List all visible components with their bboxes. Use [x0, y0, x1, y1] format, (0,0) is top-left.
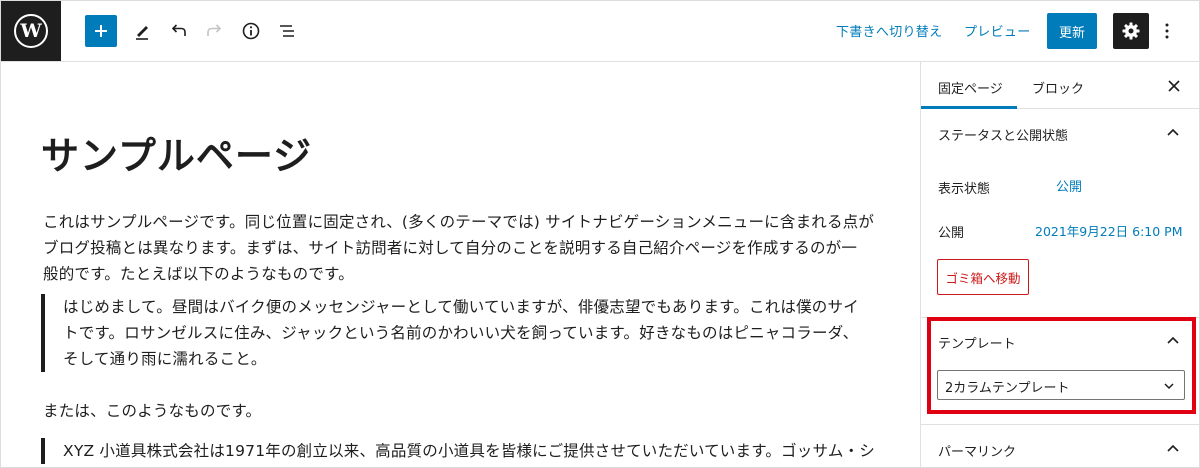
paragraph-block[interactable]: または、このようなものです。: [43, 398, 893, 424]
quote-line: はじめまして。昼間はバイク便のメッセンジャーとして働いていますが、俳優志望でもあ…: [63, 298, 859, 316]
gear-icon: [1122, 22, 1140, 40]
undo-button[interactable]: [163, 15, 195, 47]
tab-page[interactable]: 固定ページ: [938, 78, 1003, 97]
logo-mark: W: [14, 14, 48, 48]
undo-icon: [171, 24, 186, 36]
chevron-up-icon: [1167, 444, 1179, 452]
info-icon: [242, 22, 260, 40]
switch-to-draft-button[interactable]: 下書きへ切り替え: [836, 21, 942, 40]
move-to-trash-button[interactable]: ゴミ箱へ移動: [937, 259, 1029, 295]
template-highlight-box: [927, 317, 1196, 414]
redo-button[interactable]: [198, 15, 230, 47]
add-block-button[interactable]: [85, 15, 117, 47]
list-view-button[interactable]: [271, 15, 303, 47]
preview-button[interactable]: プレビュー: [964, 21, 1031, 40]
editor-window: W 下書きへ切り替え プレビュー 更新 サンプルページ これはサンプルページです…: [0, 0, 1200, 468]
top-toolbar: W 下書きへ切り替え プレビュー 更新: [1, 1, 1199, 62]
list-view-icon: [280, 25, 294, 37]
status-panel-title: ステータスと公開状態: [938, 129, 1069, 144]
paragraph-line: これはサンプルページです。同じ位置に固定され、(多くのテーマでは) サイトナビゲ…: [43, 213, 875, 231]
paragraph-line: ブログ投稿とは異なります。まずは、サイト訪問者に対して自分のことを説明する自己紹…: [43, 239, 858, 257]
sidebar-tabs: 固定ページ ブロック: [921, 62, 1199, 109]
wordpress-logo-icon[interactable]: W: [1, 1, 61, 61]
tab-block[interactable]: ブロック: [1032, 78, 1084, 97]
quote-line: そして通り雨に濡れること。: [63, 350, 267, 368]
settings-button[interactable]: [1113, 13, 1149, 49]
quote-line: トです。ロサンゼルスに住み、ジャックという名前のかわいい犬を飼っています。好きな…: [63, 324, 859, 342]
publish-date-value[interactable]: 2021年9月22日 6:10 PM: [1035, 221, 1183, 240]
update-button[interactable]: 更新: [1047, 13, 1097, 49]
redo-icon: [207, 24, 222, 36]
edit-tools-button[interactable]: [126, 15, 158, 47]
publish-label: 公開: [938, 226, 965, 241]
status-panel-toggle[interactable]: ステータスと公開状態: [921, 109, 1199, 157]
permalink-panel-toggle[interactable]: パーマリンク: [921, 425, 1199, 467]
visibility-value[interactable]: 公開: [1056, 176, 1082, 195]
page-title[interactable]: サンプルページ: [41, 125, 312, 180]
permalink-panel-title: パーマリンク: [938, 445, 1017, 460]
options-button[interactable]: [1157, 15, 1177, 47]
paragraph-block[interactable]: これはサンプルページです。同じ位置に固定され、(多くのテーマでは) サイトナビゲ…: [43, 209, 893, 287]
close-icon: [1168, 80, 1180, 92]
kebab-menu-icon: [1165, 23, 1169, 39]
plus-icon: [95, 25, 107, 37]
chevron-up-icon: [1167, 128, 1179, 136]
quote-block[interactable]: XYZ 小道具株式会社は1971年の創立以来、高品質の小道具を皆様にご提供させて…: [41, 438, 891, 464]
details-button[interactable]: [235, 15, 267, 47]
close-sidebar-button[interactable]: [1164, 76, 1184, 96]
quote-line: XYZ 小道具株式会社は1971年の創立以来、高品質の小道具を皆様にご提供させて…: [63, 442, 875, 460]
editor-canvas: サンプルページ これはサンプルページです。同じ位置に固定され、(多くのテーマでは…: [1, 62, 920, 467]
pencil-icon: [136, 26, 148, 40]
paragraph-line: 般的です。たとえば以下のようなものです。: [43, 265, 354, 283]
quote-block[interactable]: はじめまして。昼間はバイク便のメッセンジャーとして働いていますが、俳優志望でもあ…: [41, 294, 891, 372]
visibility-label: 表示状態: [938, 182, 991, 197]
